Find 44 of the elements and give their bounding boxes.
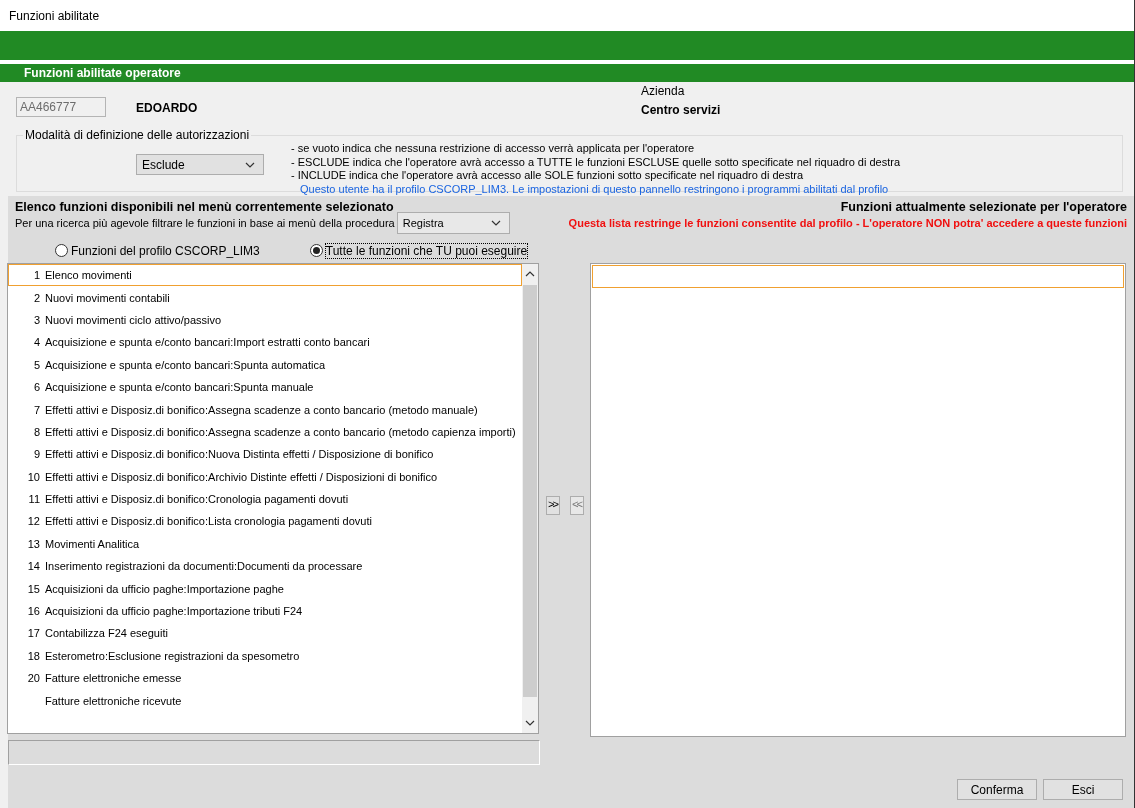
note-text: - se vuoto indica che nessuna restrizione di accesso verrà applicata per l'operatore [291,142,696,156]
note-text: - ESCLUDE indica che l'operatore avrà accesso a TUTTE le funzioni ESCLUSE quelle sotto specificate nel riquadro di destra [291,155,901,170]
list-item[interactable]: Fatture elettroniche ricevute [8,689,522,712]
list-item[interactable]: 15 Acquisizioni da ufficio paghe:Importazione paghe [8,577,522,600]
header-bar: Funzioni abilitate operatore [0,64,1134,82]
list-item[interactable]: 18 Esterometro:Esclusione registrazioni da spesometro [8,644,522,668]
list-item[interactable]: 5 Acquisizione e spunta e/conto bancari:Spunta automatica [8,353,522,376]
list-item[interactable]: 2 Nuovi movimenti contabili [8,286,522,309]
list-item[interactable]: 14 Inserimento registrazioni da documenti:Documenti da processare [8,555,522,578]
filter-label: Per una ricerca più agevole filtrare le funzioni in base ai menù della procedura [15,217,395,229]
exit-button[interactable]: Esci [1043,779,1123,800]
company-name: Centro servizi [641,103,721,117]
list-item[interactable]: 4 Acquisizione e spunta e/conto bancari:Import estratti conto bancari [8,331,522,354]
list-item[interactable]: 11 Effetti attivi e Disposiz.di bonifico:Cronologia pagamenti dovuti [8,487,522,511]
list-item[interactable]: 17 Contabilizza F24 eseguiti [8,622,522,645]
note-text: - INCLUDE indica che l'operatore avrà accesso alle SOLE funzioni sotto specificate nel riquadro di destra [291,169,805,183]
list-item[interactable]: 9 Effetti attivi e Disposiz.di bonifico:Nuova Distinta effetti / Disposizione di bonifico [8,443,522,466]
list-item[interactable]: 13 Movimenti Analitica [8,532,522,556]
list-item[interactable]: 1 Elenco movimenti [8,264,522,287]
list-item[interactable]: 16 Acquisizioni da ufficio paghe:Importazione tributi F24 [8,599,522,623]
confirm-button[interactable]: Conferma [957,779,1037,800]
profile-note: Questo utente ha il profilo CSCORP_LIM3. Le impostazioni di questo pannello restringono i programmi abilitati dal profilo [299,182,890,197]
list-item[interactable]: 7 Effetti attivi e Disposiz.di bonifico:Assegna scadenze a conto bancario (metodo manuale) [8,398,522,421]
warning-text: Questa lista restringe le funzioni consentite dal profilo - L'operatore NON potra' accedere a queste funzioni [568,217,1127,229]
list-item[interactable]: 20 Fatture elettroniche emesse [8,667,522,690]
chevron-icon [490,220,501,226]
list-item[interactable]: 6 Acquisizione e spunta e/conto bancari:Spunta manuale [8,375,522,399]
menu-filter-dropdown[interactable]: Registra [396,212,510,234]
chevron-icon [245,161,255,168]
add-button[interactable]: >> [545,495,560,515]
section-title: Elenco funzioni disponibili nel menù correntemente selezionato [15,200,395,214]
list-item[interactable]: 12 Effetti attivi e Disposiz.di bonifico:Lista cronologia pagamenti dovuti [8,510,522,533]
mode-dropdown[interactable]: Esclude [136,154,264,175]
scrollbar[interactable] [522,264,538,733]
group-title: Modalità di definizione delle autorizzazioni [24,128,251,142]
list-item[interactable]: 3 Nuovi movimenti ciclo attivo/passivo [8,308,522,332]
list-item[interactable]: 10 Effetti attivi e Disposiz.di bonifico:Archivio Distinte effetti / Disposizioni di bonifico [8,465,522,488]
window-title: Funzioni abilitate [9,8,100,23]
section-title: Funzioni attualmente selezionate per l'operatore [839,200,1127,214]
company-label: Azienda [641,84,686,98]
radio-option[interactable]: Funzioni del profilo CSCORP_LIM3 [55,243,260,258]
radio-option[interactable]: Tutte le funzioni che TU puoi eseguire [309,243,528,258]
operator-name: EDOARDO [136,101,199,117]
list-item[interactable]: 8 Effetti attivi e Disposiz.di bonifico:Assegna scadenze a conto bancario (metodo capienza importi) [8,420,522,444]
